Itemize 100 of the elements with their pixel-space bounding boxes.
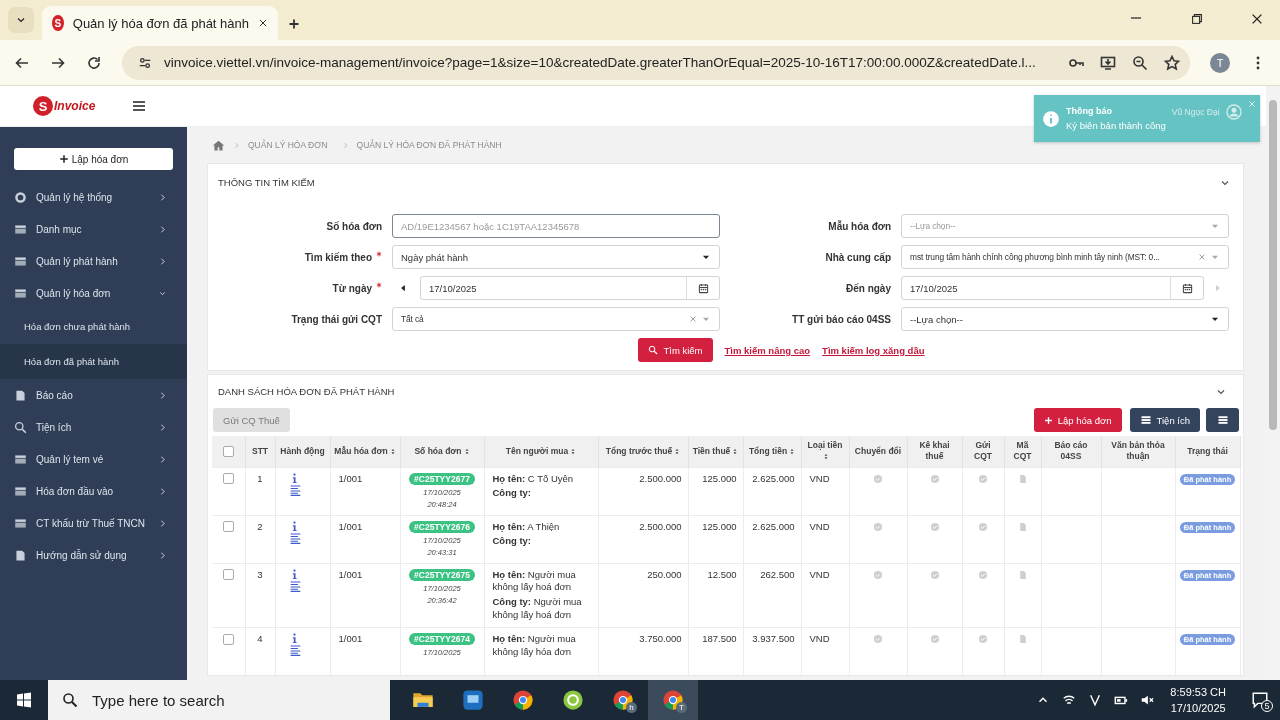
checkbox[interactable] [222,473,234,485]
table-cell: 1 [257,472,263,484]
card-icon [14,254,27,268]
select-field[interactable]: Ngày phát hành [392,245,720,269]
reload-icon[interactable] [86,54,102,71]
restore-icon[interactable] [1190,12,1204,26]
check-circle-icon[interactable] [978,633,988,644]
sidebar-subitem[interactable]: Hóa đơn chưa phát hành [0,309,187,344]
chat-icon [1251,691,1269,709]
calendar-icon[interactable] [697,282,709,294]
sort-icon [674,447,681,455]
check-circle-icon[interactable] [873,633,883,644]
create-invoice-button[interactable]: Lập hóa đơn [14,148,173,170]
checkbox[interactable] [222,569,234,581]
buyer-line: Công ty: [492,535,533,549]
sidebar-item[interactable]: Danh mục [0,213,187,245]
site-settings-icon[interactable] [138,55,152,70]
search-link[interactable]: Tìm kiếm log xăng dầu [822,344,925,356]
round-app-icon [662,689,684,711]
taskbar-search-field[interactable]: Type here to search [48,680,390,720]
menu-icon[interactable] [131,98,148,114]
clear-icon[interactable] [1198,253,1206,261]
check-circle-icon[interactable] [873,473,883,484]
table-cell: VND [809,568,830,580]
details-icon[interactable] [288,483,302,497]
install-icon[interactable] [1099,54,1116,71]
date-field[interactable]: 17/10/2025 [901,276,1204,300]
taskbar-app-button[interactable]: T [648,680,698,720]
sidebar-item[interactable]: Quản lý tem vé [0,443,187,475]
v-logo-icon[interactable] [1088,693,1103,707]
checkbox[interactable] [222,521,234,533]
date-field[interactable]: 17/10/2025 [420,276,720,300]
browser-tab[interactable]: S Quản lý hóa đơn đã phát hành [42,6,278,40]
close-icon[interactable] [1250,12,1264,26]
details-icon[interactable] [288,531,302,545]
home-icon[interactable] [212,138,225,152]
address-bar[interactable]: vinvoice.viettel.vn/invoice-management/invoice?page=1&size=10&createdDate.greaterThanOrEqual=2025-10-16T17:00:00.000Z&createdDate.l... [122,45,1190,80]
combo-field[interactable]: Tất cả [392,307,720,331]
search-button[interactable]: Tìm kiếm [638,338,713,362]
taskbar-app-button[interactable]: h [598,680,648,720]
scrollbar[interactable] [1266,86,1280,680]
create-invoice-button[interactable]: Lập hóa đơn [1033,408,1122,432]
sidebar-item[interactable]: Hóa đơn đầu vào [0,475,187,507]
check-circle-icon[interactable] [978,473,988,484]
document-icon [14,388,27,402]
chevron-right-icon [158,550,167,560]
clear-icon[interactable] [689,315,697,323]
monitor-icon [462,689,484,711]
sidebar-item[interactable]: Hướng dẫn sử dụng [0,539,187,571]
sidebar-item[interactable]: Quản lý hóa đơn [0,277,187,309]
buyer-line: Họ tên: A Thiện [492,520,561,534]
check-circle-icon[interactable] [929,633,940,644]
check-circle-icon[interactable] [978,521,988,532]
details-icon[interactable] [288,643,302,657]
select-field[interactable]: --Lựa chọn-- [901,307,1229,331]
sidebar-item[interactable]: Tiện ích [0,411,187,443]
checkbox[interactable] [222,633,234,645]
bookmark-star-icon[interactable] [1163,54,1180,71]
profile-avatar[interactable]: T [1210,52,1230,73]
clock-time[interactable]: 8:59:53 CH [1170,683,1226,700]
field-label: Từ ngày [332,282,372,294]
columns-button[interactable] [1206,408,1239,432]
field-label: Đến ngày [846,282,891,294]
combo-field[interactable]: mst trung tâm hành chính công phương bình minh tây ninh (MST: 0... [901,245,1229,269]
field-label: Số hóa đơn [326,220,382,232]
new-tab-button[interactable] [288,18,300,30]
table-cell: 4 [257,632,263,644]
sidebar-item[interactable]: Quản lý hệ thống [0,181,187,213]
check-circle-icon[interactable] [978,569,988,580]
notifications-button[interactable]: 5 [1240,680,1280,720]
text-input-field[interactable]: AD/19E1234567 hoặc 1C19TAA12345678 [392,214,720,238]
plus-icon [58,154,69,164]
wifi-icon[interactable] [1062,693,1077,707]
field-label: TT gửi báo cáo 04SS [792,313,891,325]
utilities-button[interactable]: Tiện ích [1129,408,1200,432]
check-circle-icon[interactable] [929,473,940,484]
panel-title: DANH SÁCH HÓA ĐƠN ĐÃ PHÁT HÀNH [218,386,395,397]
check-circle-icon[interactable] [873,569,883,580]
speaker-muted-icon[interactable] [1140,693,1155,707]
field-label: Trạng thái gửi CQT [291,313,382,325]
sidebar-item[interactable]: Báo cáo [0,379,187,411]
details-icon[interactable] [288,579,302,593]
buyer-line: Họ tên: Người mua không lấy hóa đơn [492,632,577,659]
check-circle-icon[interactable] [929,569,940,580]
card-icon [14,516,27,530]
search-link[interactable]: Tìm kiếm nâng cao [724,344,811,356]
checkbox[interactable] [222,445,234,457]
panel-title: THÔNG TIN TÌM KIẾM [218,177,315,188]
sidebar-item[interactable]: CT khấu trừ Thuế TNCN [0,507,187,539]
sidebar-item[interactable]: Quản lý phát hành [0,245,187,277]
calendar-icon[interactable] [1181,282,1193,294]
zoom-icon[interactable] [1131,54,1148,71]
buyer-line: Công ty: [492,487,533,501]
check-circle-icon[interactable] [929,521,940,532]
amount-cell: 262.500 [760,568,795,580]
clock-date[interactable]: 17/10/2025 [1170,700,1226,717]
check-circle-icon[interactable] [873,521,883,532]
round-app-icon [562,689,584,711]
sidebar-subitem[interactable]: Hóa đơn đã phát hành [0,344,187,379]
close-icon[interactable] [258,18,268,28]
